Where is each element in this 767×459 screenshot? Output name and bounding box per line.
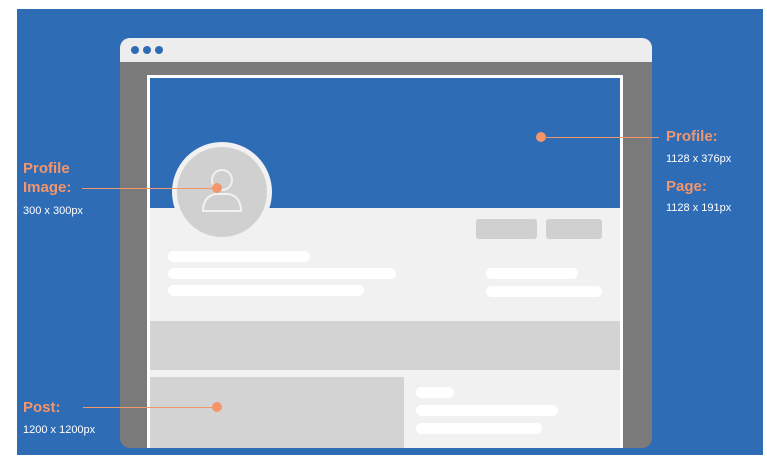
post-image-placeholder: [150, 377, 404, 448]
browser-titlebar: [120, 38, 652, 62]
page-cover-size: 1128 x 191px: [666, 202, 732, 214]
post-marker: [212, 402, 222, 412]
page-content: [150, 78, 620, 448]
text-placeholder-bar: [168, 268, 396, 279]
text-placeholder-bar: [168, 251, 310, 262]
text-placeholder-bar: [416, 405, 558, 416]
diagram-canvas: Profile Image: 300 x 300px Profile: 1128…: [17, 9, 763, 455]
profile-image-size: 300 x 300px: [23, 205, 83, 217]
window-dot-icon: [131, 46, 139, 54]
page-cover-label: Page:: [666, 178, 707, 195]
profile-cover-leader-line: [546, 137, 659, 138]
post-leader-line: [83, 407, 213, 408]
window-dot-icon: [155, 46, 163, 54]
profile-cover-label: Profile:: [666, 128, 718, 145]
post-size: 1200 x 1200px: [23, 424, 96, 436]
profile-cover-size: 1128 x 376px: [666, 153, 732, 165]
profile-action-button: [476, 219, 537, 239]
profile-page-mockup: [147, 75, 623, 448]
content-band-placeholder: [150, 321, 620, 370]
profile-image-marker: [212, 183, 222, 193]
post-label: Post:: [23, 399, 61, 416]
window-dot-icon: [143, 46, 151, 54]
profile-image-leader-line: [82, 188, 213, 189]
text-placeholder-bar: [416, 387, 454, 398]
text-placeholder-bar: [486, 286, 602, 297]
profile-image-label: Profile: [23, 160, 70, 177]
text-placeholder-bar: [168, 285, 364, 296]
profile-image-placeholder: [172, 142, 272, 242]
browser-window-mockup: [120, 38, 652, 448]
user-silhouette-icon: [201, 169, 243, 212]
profile-image-label-line2: Image:: [23, 179, 72, 196]
text-placeholder-bar: [486, 268, 578, 279]
profile-cover-marker: [536, 132, 546, 142]
text-placeholder-bar: [416, 423, 542, 434]
profile-action-button: [546, 219, 602, 239]
